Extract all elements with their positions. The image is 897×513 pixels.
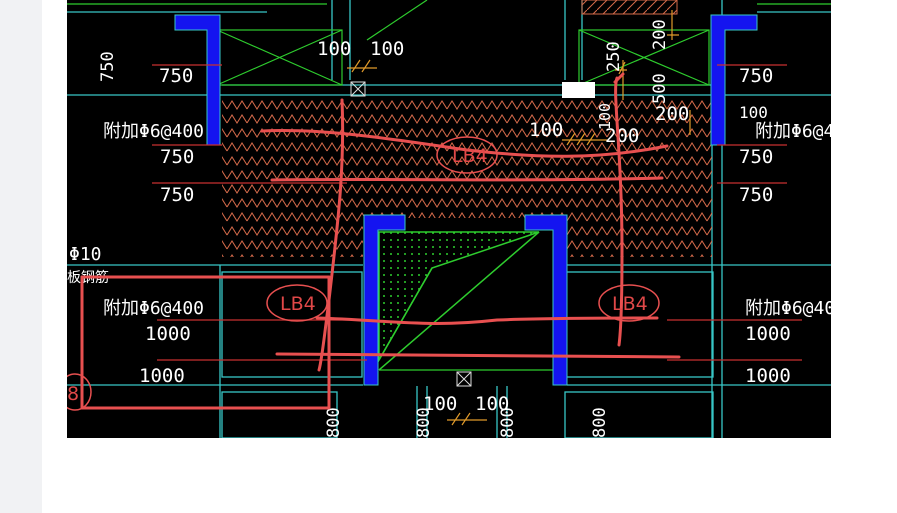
slab-tag-lb4-right: LB4 [612, 293, 648, 315]
dim-right-750-b: 750 [739, 146, 773, 168]
dim-left-750-b: 750 [160, 146, 194, 168]
dim-right-750-a: 750 [739, 65, 773, 87]
dim-vert-250: 250 [604, 41, 624, 72]
slab-tag-lb4-top: LB4 [452, 145, 488, 167]
dim-bottom-800-c: 800 [498, 407, 518, 438]
rebar-note-right-1: 附加Φ6@40 [755, 121, 831, 142]
top-hatch-block [581, 0, 678, 15]
rebar-note-right-2: 附加Φ6@40 [745, 298, 831, 319]
dim-left-1000-b: 1000 [139, 365, 185, 387]
dim-left-1000-a: 1000 [145, 323, 191, 345]
cad-drawing-viewport[interactable]: 750 750 750 750 1000 1000 附加Φ6@400 附加Φ6@… [67, 0, 831, 438]
rebar-note-left-1: 附加Φ6@400 [103, 121, 204, 142]
left-sidebar [0, 0, 42, 513]
dim-bottom-800-d: 800 [590, 407, 610, 438]
dim-right-1000-a: 1000 [745, 323, 791, 345]
rebar-note-left-2: 附加Φ6@400 [103, 298, 204, 319]
white-marker [562, 82, 595, 98]
dim-vert-100: 100 [596, 103, 614, 130]
slab-tag-lb4-left: LB4 [280, 293, 316, 315]
phi10-note: Φ10 [69, 244, 102, 265]
dim-bottom-800-b: 800 [414, 407, 434, 438]
dim-right-750-c: 750 [739, 184, 773, 206]
dim-bottom-800-a: 800 [324, 407, 344, 438]
dim-top-100-b: 100 [370, 38, 404, 60]
circle-tag-8: 8 [67, 383, 79, 405]
dim-right-1000-b: 1000 [745, 365, 791, 387]
dim-vert-200: 200 [650, 19, 670, 50]
dim-mid-100: 100 [529, 119, 563, 141]
dim-right-100: 100 [739, 103, 768, 122]
dim-left-vertical: 750 [98, 51, 118, 82]
dim-left-750-a: 750 [159, 65, 193, 87]
dim-right-200: 200 [655, 103, 689, 125]
dim-left-750-c: 750 [160, 184, 194, 206]
dim-vert-500: 500 [650, 73, 670, 104]
dim-top-100-a: 100 [317, 38, 351, 60]
cad-drawing[interactable]: 750 750 750 750 1000 1000 附加Φ6@400 附加Φ6@… [67, 0, 831, 438]
